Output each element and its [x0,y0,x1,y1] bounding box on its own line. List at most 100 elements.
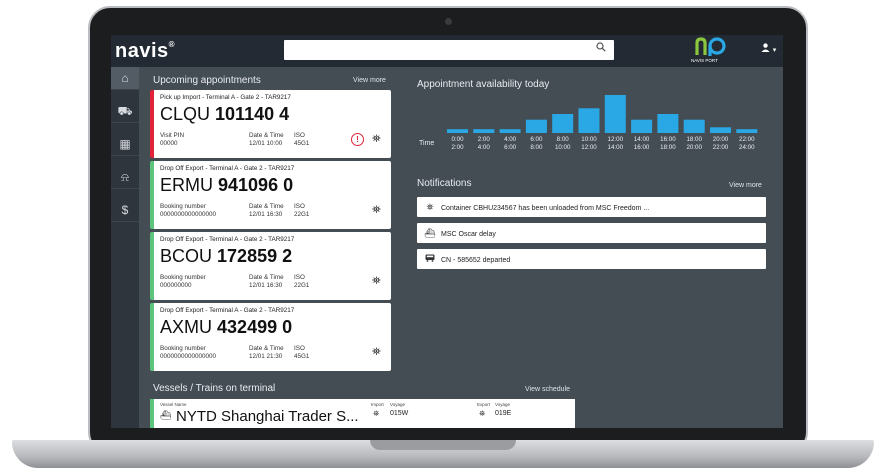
availability-bar[interactable] [683,119,705,133]
top-bar: navis® NAVIS PORT ▾ [111,35,783,67]
availability-bar[interactable] [447,129,468,133]
tick-label-to: 20:00 [686,144,702,151]
user-menu[interactable]: ▾ [761,43,776,55]
notification-text: MSC Oscar delay [441,231,496,238]
container-id: AXMU 432499 0 [160,317,293,337]
crane-icon: ⛯ [372,346,381,358]
import-label: Import [371,402,384,407]
import-voyage: 015W [390,410,409,417]
dollar-icon: $ [121,203,129,217]
crane-icon: ⛯ [426,202,434,212]
tick-label-from: 22:00 [739,136,755,143]
iso-label: ISO [294,132,305,139]
search-icon[interactable] [596,42,606,55]
view-schedule-link[interactable]: View schedule [525,386,570,393]
vessel-row[interactable]: Vessel Name ⛴ NYTD Shanghai Trader S... … [150,399,575,428]
x-axis-label: Time [419,140,434,147]
user-caret-icon[interactable]: ▾ [773,47,777,54]
appointment-card[interactable]: Pick up Import - Terminal A - Gate 2 - T… [150,90,391,158]
availability-bar[interactable] [473,129,495,133]
appointment-type: Drop Off Export - Terminal A - Gate 2 - … [160,165,295,172]
notification-text: Container CBHU234567 has been unloaded f… [441,205,650,212]
datetime-value: 12/01 21:30 [249,353,283,360]
appointment-type: Drop Off Export - Terminal A - Gate 2 - … [160,236,295,243]
tick-label-to: 22:00 [713,144,729,151]
tick-label-to: 6:00 [504,144,517,151]
alert-icon[interactable]: ! [351,133,364,146]
bell-icon: ⍾ [121,170,129,184]
appointment-card[interactable]: Drop Off Export - Terminal A - Gate 2 - … [150,303,391,371]
availability-bar[interactable] [552,114,574,133]
iso-label: ISO [294,203,305,210]
availability-bar[interactable] [578,108,600,133]
availability-bar[interactable] [710,127,731,133]
field1-value: 00000 [160,140,178,147]
crane-icon: ⛯ [372,204,381,216]
field1-value: 000000000 [160,282,192,289]
appointments-title: Upcoming appointments [153,75,261,86]
container-id: CLQU 101140 4 [160,104,290,124]
navis-port-badge[interactable]: NAVIS PORT [691,37,731,64]
datetime-label: Date & Time [249,274,284,281]
iso-value: 22G1 [294,211,310,218]
availability-bar[interactable] [631,119,653,133]
container-id: ERMU 941096 0 [160,175,294,195]
availability-bar[interactable] [657,114,679,133]
sidebar-item-trucks[interactable]: ⛟ [111,100,139,123]
field1-label: Visit PIN [160,132,185,139]
tick-label-to: 14:00 [608,144,624,151]
user-icon[interactable] [761,43,773,55]
datetime-value: 12/01 16:30 [249,211,283,218]
crane-icon: ⛯ [372,133,381,145]
field1-value: 0000000000000000 [160,353,217,360]
tick-label-to: 10:00 [555,144,571,151]
export-label: Export [477,402,491,407]
notification-item[interactable]: ⛴ MSC Oscar delay [417,223,766,243]
sidebar-item-home[interactable]: ⌂ [111,67,139,90]
navis-logo[interactable]: navis® [115,40,175,63]
sidebar-item-calendar[interactable]: ▦ [111,133,139,156]
tick-label-from: 16:00 [660,136,676,143]
availability-title: Appointment availability today [417,79,550,90]
sidebar-item-notifications[interactable]: ⍾ [111,166,139,189]
availability-bar[interactable] [525,119,547,133]
availability-bar[interactable] [499,129,521,133]
notification-item[interactable]: CN - 585652 departed [417,249,766,269]
calendar-icon: ▦ [119,137,131,151]
export-voyage-label: Voyage [495,402,511,407]
field1-label: Booking number [160,274,206,281]
appointment-type: Pick up Import - Terminal A - Gate 2 - T… [160,94,291,101]
appointment-card[interactable]: Drop Off Export - Terminal A - Gate 2 - … [150,232,391,300]
search-input[interactable] [284,40,614,60]
appointment-card[interactable]: Drop Off Export - Terminal A - Gate 2 - … [150,161,391,229]
tick-label-from: 20:00 [713,136,729,143]
export-voyage: 019E [495,410,512,417]
tick-label-from: 6:00 [530,136,543,143]
tick-label-to: 2:00 [451,144,464,151]
notifications-view-more-link[interactable]: View more [729,182,762,189]
tick-label-to: 12:00 [581,144,597,151]
vessel-name: NYTD Shanghai Trader S... [176,408,359,425]
sidebar-item-billing[interactable]: $ [111,199,139,222]
vessel-name-label: Vessel Name [160,402,187,407]
field1-label: Booking number [160,345,206,352]
iso-value: 45G1 [294,140,310,147]
datetime-value: 12/01 10:00 [249,140,283,147]
availability-bar[interactable] [736,129,758,133]
field1-label: Booking number [160,203,206,210]
train-icon [423,249,437,269]
iso-label: ISO [294,274,305,281]
ship-icon: ⛴ [160,410,172,420]
crane-icon: ⛯ [372,275,381,287]
tick-label-from: 8:00 [557,136,570,143]
tick-label-from: 12:00 [608,136,624,143]
field1-value: 0000000000000000 [160,211,217,218]
webcam [445,18,452,25]
notification-item[interactable]: ⛯ Container CBHU234567 has been unloaded … [417,197,766,217]
tick-label-to: 8:00 [530,144,543,151]
availability-chart: Time0:002:002:004:004:006:006:008:008:00… [419,95,758,151]
appointment-type: Drop Off Export - Terminal A - Gate 2 - … [160,307,295,314]
import-voyage-label: Voyage [390,402,406,407]
appointments-view-more-link[interactable]: View more [353,77,386,84]
availability-bar[interactable] [604,95,626,133]
